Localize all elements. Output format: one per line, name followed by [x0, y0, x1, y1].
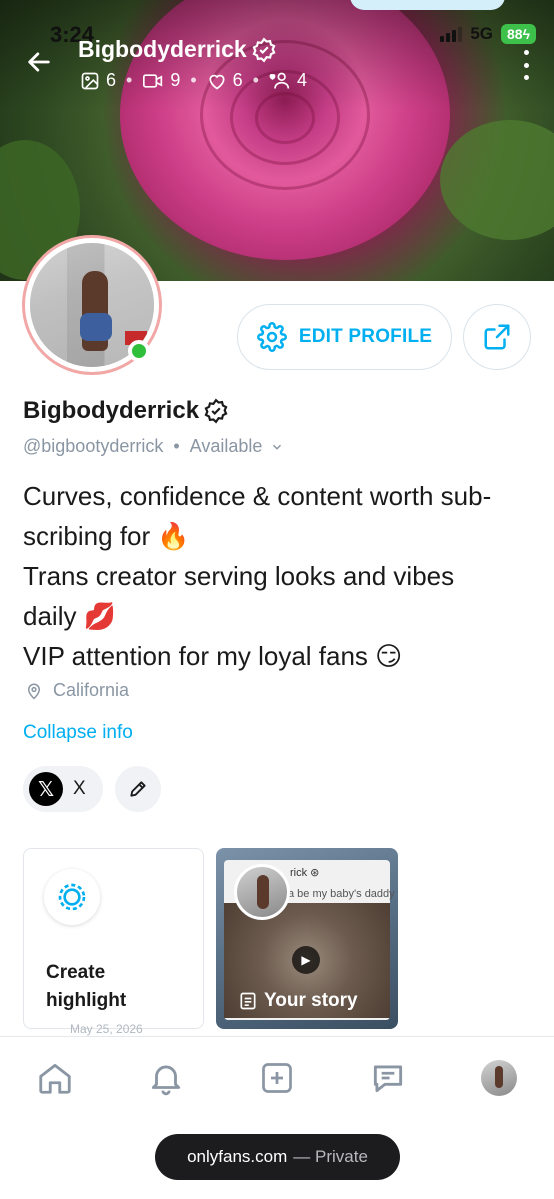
- bio-line: Trans creator serving looks and vibes: [23, 561, 455, 591]
- avatar: [480, 1059, 517, 1096]
- story-snippet: a be my baby's daddy: [288, 888, 395, 900]
- pencil-icon: [130, 781, 146, 797]
- photos-count: 6: [106, 70, 117, 90]
- verified-icon: [204, 398, 228, 424]
- back-button[interactable]: [22, 48, 56, 82]
- fans-icon: [269, 72, 290, 89]
- play-icon: ▶: [292, 946, 320, 974]
- create-highlight-card[interactable]: Create highlight: [23, 848, 204, 1029]
- bio-line: daily 💋: [23, 601, 117, 631]
- nav-home[interactable]: [28, 1051, 82, 1105]
- add-highlight-icon: [44, 869, 100, 925]
- fans-stat[interactable]: 4: [269, 70, 307, 91]
- collapse-info-link[interactable]: Collapse info: [23, 722, 133, 744]
- bell-icon: [152, 1065, 181, 1095]
- note-icon: [240, 992, 256, 1010]
- dynamic-island-pill: [350, 0, 505, 10]
- x-social-link[interactable]: 𝕏 X: [23, 766, 103, 812]
- likes-stat[interactable]: 6: [207, 70, 243, 91]
- story-date: May 25, 2026: [70, 1022, 143, 1036]
- image-icon: [81, 72, 99, 89]
- bottom-navigation: [0, 1036, 554, 1118]
- availability-label: Available: [189, 436, 263, 456]
- story-snippet: rick ⊛: [290, 867, 320, 879]
- edit-social-button[interactable]: [115, 766, 161, 812]
- edit-profile-button[interactable]: EDIT PROFILE: [237, 304, 452, 370]
- status-indicators: 5G 88ϟ: [440, 24, 536, 44]
- profile-name-text: Bigbodyderrick: [23, 397, 200, 424]
- create-highlight-label: Create highlight: [46, 962, 127, 1011]
- bio-line: scribing for 🔥: [23, 521, 190, 551]
- x-logo-icon: 𝕏: [29, 772, 63, 806]
- bio-line: VIP attention for my loyal fans 😏: [23, 641, 403, 671]
- gear-icon: [256, 322, 287, 352]
- share-icon: [484, 324, 510, 350]
- message-icon: [373, 1064, 402, 1092]
- heart-icon: [209, 74, 225, 89]
- chevron-down-icon: [273, 444, 282, 450]
- private-mode-label: — Private: [293, 1147, 368, 1166]
- arrow-left-icon: [28, 52, 50, 72]
- nav-notifications[interactable]: [139, 1051, 193, 1105]
- location-row: California: [25, 680, 129, 701]
- videos-stat[interactable]: 9: [142, 70, 180, 91]
- profile-handle: @bigbootyderrick: [23, 436, 164, 456]
- your-story-card[interactable]: rick ⊛ a be my baby's daddy ▶ Your story: [216, 848, 398, 1029]
- bio-line: Curves, confidence & content worth sub-: [23, 481, 492, 511]
- profile-bio: Curves, confidence & content worth sub- …: [23, 476, 538, 676]
- handle-row: @bigbootyderrick • Available: [23, 436, 284, 457]
- edit-profile-label: EDIT PROFILE: [298, 326, 433, 347]
- photos-stat[interactable]: 6: [80, 70, 116, 91]
- browser-address-bar[interactable]: onlyfans.com — Private: [155, 1134, 400, 1180]
- location-pin-icon: [27, 683, 41, 700]
- nav-add-post[interactable]: [250, 1051, 304, 1105]
- story-label: Your story: [238, 990, 358, 1012]
- location-text: California: [53, 680, 130, 700]
- more-vertical-icon: [523, 50, 529, 55]
- verified-icon: [252, 37, 276, 62]
- share-profile-button[interactable]: [463, 304, 531, 370]
- more-options-button[interactable]: [520, 50, 532, 80]
- cover-name-text: Bigbodyderrick: [78, 36, 247, 62]
- x-label: X: [73, 778, 86, 799]
- cover-title: Bigbodyderrick: [78, 36, 277, 63]
- availability-dropdown[interactable]: Available: [190, 436, 285, 457]
- cover-stats: 6 • 9 • 6 • 4: [80, 70, 307, 91]
- browser-domain: onlyfans.com: [187, 1147, 288, 1166]
- nav-profile[interactable]: [472, 1051, 526, 1105]
- network-type: 5G: [470, 24, 493, 43]
- home-icon: [39, 1063, 72, 1094]
- battery-icon: 88ϟ: [501, 24, 536, 44]
- profile-name: Bigbodyderrick: [23, 397, 229, 425]
- likes-count: 6: [232, 70, 243, 90]
- nav-messages[interactable]: [361, 1051, 415, 1105]
- story-avatar: [234, 864, 290, 920]
- plus-square-icon: [262, 1062, 292, 1093]
- signal-icon: [440, 26, 463, 42]
- video-icon: [143, 73, 163, 88]
- online-status-dot: [128, 340, 150, 362]
- battery-level: 88: [507, 26, 523, 42]
- videos-count: 9: [170, 70, 181, 90]
- fans-count: 4: [296, 70, 307, 90]
